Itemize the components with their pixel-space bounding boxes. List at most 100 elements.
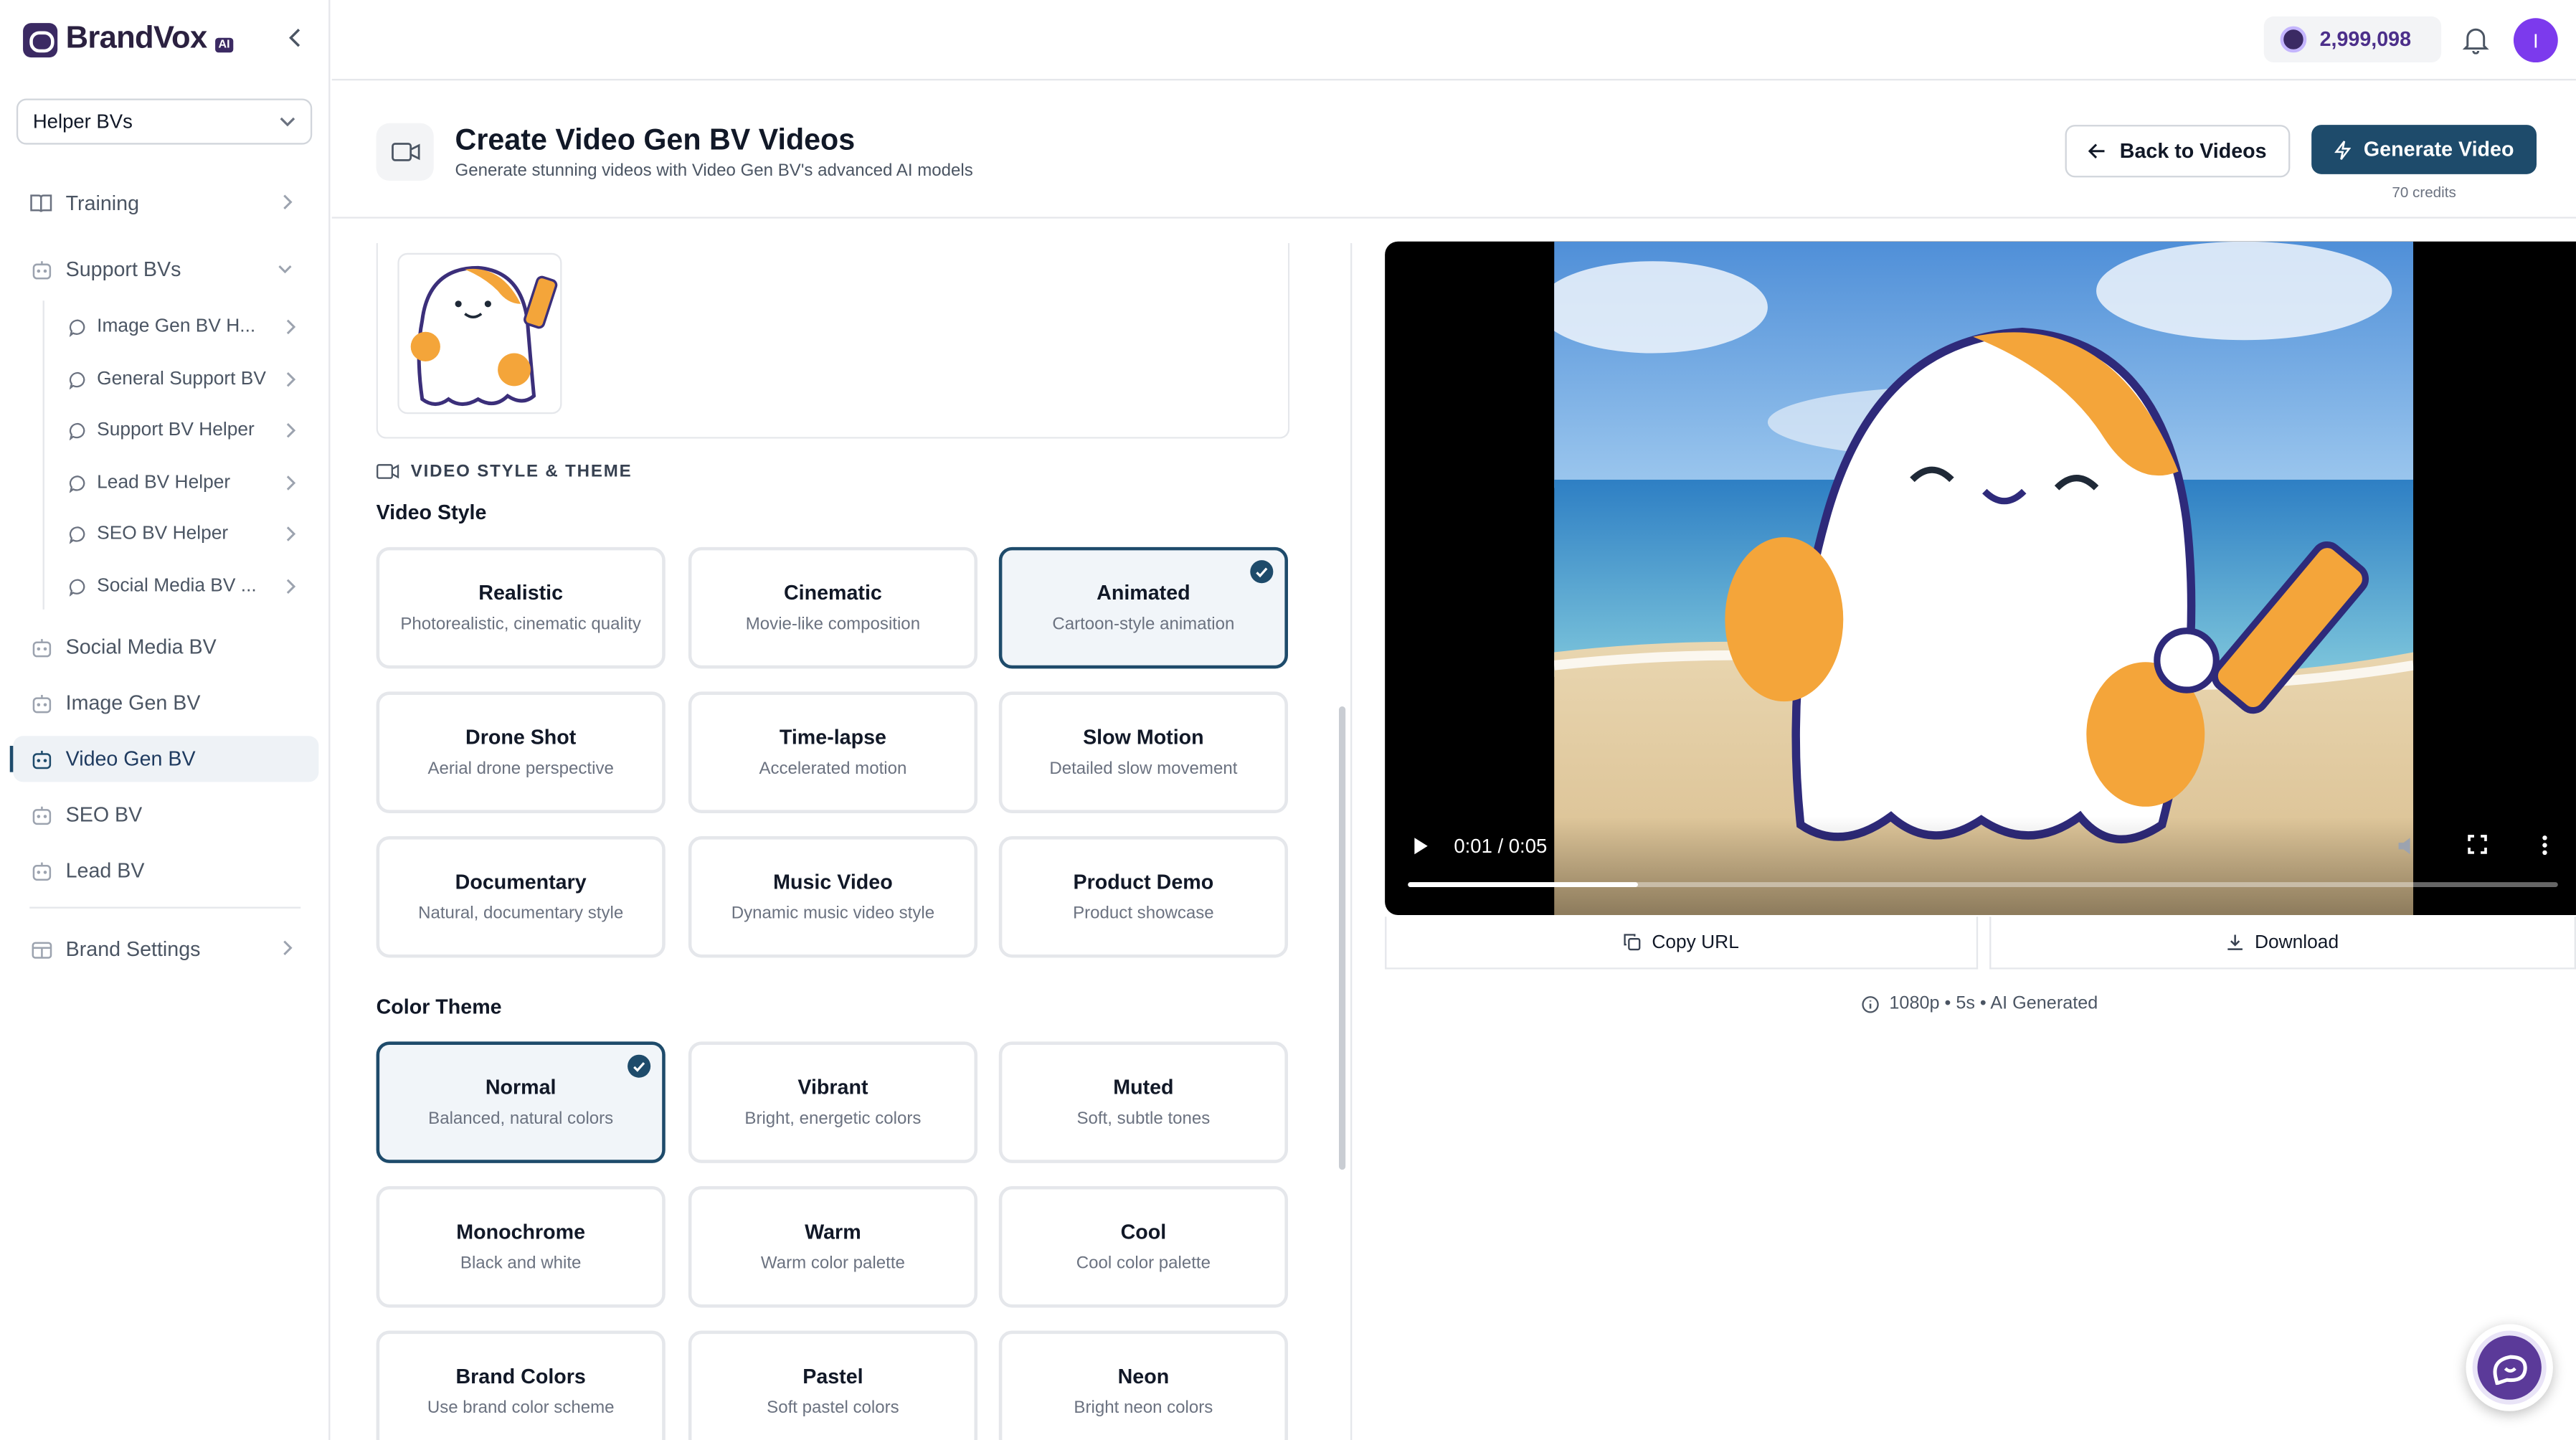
option-description: Natural, documentary style	[418, 903, 624, 924]
sidebar-subitem-social-media-bv-helper[interactable]: Social Media BV ...	[59, 565, 306, 608]
color-theme-option-cool[interactable]: Cool Cool color palette	[998, 1185, 1288, 1308]
video-style-option-animated[interactable]: Animated Cartoon-style animation	[998, 546, 1288, 669]
option-description: Product showcase	[1073, 903, 1214, 924]
option-title: Drone Shot	[465, 726, 577, 749]
video-style-option-realistic[interactable]: Realistic Photorealistic, cinematic qual…	[376, 546, 666, 669]
download-button[interactable]: Download	[1989, 916, 2576, 970]
bell-icon[interactable]	[2461, 24, 2491, 55]
video-style-option-time-lapse[interactable]: Time-lapse Accelerated motion	[688, 691, 978, 813]
option-description: Detailed slow movement	[1049, 759, 1238, 779]
volume-icon[interactable]	[2397, 836, 2420, 856]
color-theme-option-vibrant[interactable]: Vibrant Bright, energetic colors	[688, 1041, 978, 1163]
color-theme-label: Color Theme	[376, 995, 502, 1019]
color-theme-option-warm[interactable]: Warm Warm color palette	[688, 1185, 978, 1308]
sidebar-subitem-support-bv-helper[interactable]: Support BV Helper	[59, 409, 306, 452]
page-header: Create Video Gen BV Videos Generate stun…	[331, 80, 2576, 219]
option-title: Normal	[485, 1076, 557, 1099]
color-theme-option-normal[interactable]: Normal Balanced, natural colors	[376, 1041, 666, 1163]
collapse-sidebar-button[interactable]	[281, 23, 311, 52]
sidebar-item-training[interactable]: Training	[13, 181, 318, 227]
option-description: Warm color palette	[760, 1253, 905, 1274]
brand-name: BrandVox	[65, 21, 208, 56]
color-theme-option-pastel[interactable]: Pastel Soft pastel colors	[688, 1330, 978, 1440]
option-title: Pastel	[802, 1365, 863, 1388]
arrow-left-icon	[2088, 143, 2106, 158]
sidebar-item-support-bvs[interactable]: Support BVs	[13, 247, 318, 293]
sidebar-subitem-image-gen-bv-helper[interactable]: Image Gen BV H...	[59, 305, 306, 349]
chat-bubble-icon	[69, 422, 85, 440]
option-description: Black and white	[460, 1253, 582, 1274]
copy-url-button[interactable]: Copy URL	[1385, 916, 1979, 970]
video-style-option-music-video[interactable]: Music Video Dynamic music video style	[688, 836, 978, 958]
video-style-option-drone-shot[interactable]: Drone Shot Aerial drone perspective	[376, 691, 666, 813]
color-theme-option-muted[interactable]: Muted Soft, subtle tones	[998, 1041, 1288, 1163]
reference-image-thumbnail[interactable]	[397, 252, 562, 415]
sidebar-item-video-gen-bv[interactable]: Video Gen BV	[9, 736, 319, 782]
sidebar-item-social-media-bv[interactable]: Social Media BV	[13, 625, 318, 671]
video-player[interactable]: 0:01 / 0:05	[1385, 241, 2576, 915]
video-frame	[1554, 241, 2414, 915]
form-scrollbar[interactable]	[1339, 706, 1346, 1170]
sidebar-subitem-label: Social Media BV ...	[97, 577, 257, 597]
app-root: BrandVox AI Helper BVs Training Support …	[0, 0, 2576, 1440]
color-theme-option-monochrome[interactable]: Monochrome Black and white	[376, 1185, 666, 1308]
sidebar-subitem-label: Lead BV Helper	[97, 473, 231, 493]
chevron-right-icon	[283, 940, 293, 956]
user-avatar[interactable]: I	[2513, 18, 2558, 63]
video-style-option-product-demo[interactable]: Product Demo Product showcase	[998, 836, 1288, 958]
sidebar-subitem-label: General Support BV	[97, 369, 266, 389]
sidebar-subitem-label: SEO BV Helper	[97, 524, 229, 544]
chat-assistant-button[interactable]	[2466, 1324, 2553, 1411]
sidebar-subitem-general-support-bv[interactable]: General Support BV	[59, 358, 306, 401]
download-label: Download	[2254, 932, 2339, 952]
brand[interactable]: BrandVox AI	[23, 21, 234, 57]
more-options-icon[interactable]	[2542, 835, 2548, 856]
option-description: Movie-like composition	[745, 614, 921, 635]
section-label-text: VIDEO STYLE & THEME	[410, 461, 633, 482]
section-video-style-theme: VIDEO STYLE & THEME	[377, 462, 633, 481]
sidebar-item-label: Social Media BV	[65, 635, 217, 659]
sidebar-item-lead-bv[interactable]: Lead BV	[13, 848, 318, 894]
video-progress-bar[interactable]	[1408, 882, 2558, 888]
bv-group-select[interactable]: Helper BVs	[16, 98, 313, 145]
fullscreen-icon[interactable]	[2468, 835, 2487, 854]
option-title: Realistic	[478, 581, 564, 605]
sidebar-item-image-gen-bv[interactable]: Image Gen BV	[13, 680, 318, 726]
option-title: Muted	[1113, 1076, 1174, 1099]
video-meta-text: 1080p • 5s • AI Generated	[1889, 993, 2098, 1014]
page-title: Create Video Gen BV Videos	[455, 123, 856, 156]
sidebar-item-label: Training	[65, 192, 140, 216]
chat-bubble-icon	[69, 371, 85, 389]
chevron-right-icon	[286, 319, 296, 335]
video-style-option-cinematic[interactable]: Cinematic Movie-like composition	[688, 546, 978, 669]
color-theme-option-brand-colors[interactable]: Brand Colors Use brand color scheme	[376, 1330, 666, 1440]
robot-icon	[29, 859, 52, 882]
video-style-option-documentary[interactable]: Documentary Natural, documentary style	[376, 836, 666, 958]
sidebar-item-seo-bv[interactable]: SEO BV	[13, 792, 318, 838]
option-description: Bright, energetic colors	[744, 1109, 922, 1129]
copy-icon	[1624, 934, 1642, 951]
color-theme-option-neon[interactable]: Neon Bright neon colors	[998, 1330, 1288, 1440]
generate-video-button[interactable]: Generate Video	[2311, 125, 2537, 174]
play-icon[interactable]	[1413, 836, 1429, 856]
sidebar-subitem-label: Image Gen BV H...	[97, 317, 256, 337]
sidebar-subitem-lead-bv-helper[interactable]: Lead BV Helper	[59, 462, 306, 505]
panel-divider	[1350, 243, 1353, 1440]
checkmark-icon	[628, 1054, 651, 1078]
option-title: Vibrant	[797, 1076, 868, 1099]
option-description: Photorealistic, cinematic quality	[400, 614, 641, 635]
option-title: Music Video	[773, 871, 893, 894]
back-to-videos-button[interactable]: Back to Videos	[2065, 125, 2291, 178]
option-description: Aerial drone perspective	[427, 759, 614, 779]
robot-icon	[29, 691, 52, 714]
sidebar-item-brand-settings[interactable]: Brand Settings	[13, 927, 318, 972]
chevron-right-icon	[286, 526, 296, 541]
sidebar-subitem-seo-bv-helper[interactable]: SEO BV Helper	[59, 513, 306, 556]
option-title: Animated	[1097, 581, 1190, 605]
robot-icon	[29, 636, 52, 659]
generate-video-label: Generate Video	[2363, 138, 2514, 161]
option-description: Soft, subtle tones	[1076, 1109, 1211, 1129]
video-style-option-slow-motion[interactable]: Slow Motion Detailed slow movement	[998, 691, 1288, 813]
chevron-right-icon	[283, 194, 293, 209]
credits-balance[interactable]: 2,999,098	[2263, 16, 2442, 63]
